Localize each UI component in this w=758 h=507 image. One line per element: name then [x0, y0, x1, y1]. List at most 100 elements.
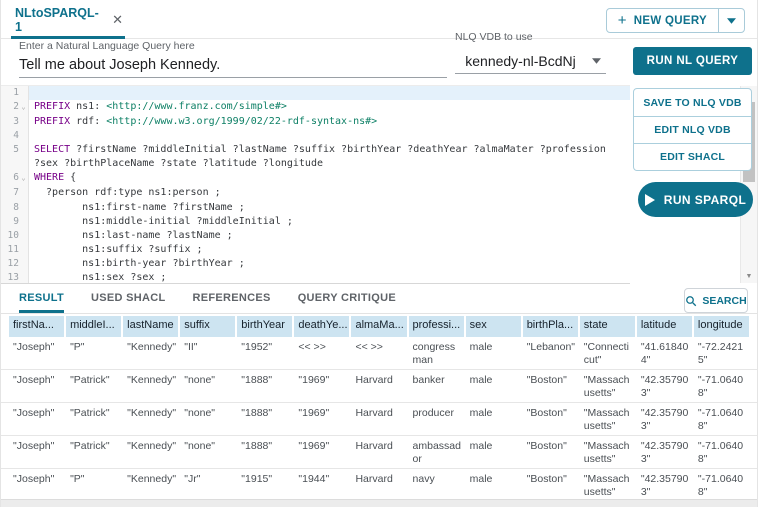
plus-icon: +	[618, 13, 627, 28]
close-tab-icon[interactable]: ✕	[112, 12, 123, 28]
column-header[interactable]: professi...	[409, 316, 464, 337]
column-header[interactable]: latitude	[637, 316, 692, 337]
code-text: ns1:middle-initial ?middleInitial ;	[29, 215, 630, 229]
vdb-select[interactable]: kennedy-nl-BcdNj	[455, 48, 606, 74]
table-cell: "42.357903"	[637, 403, 692, 435]
sparql-editor[interactable]: 12⌄PREFIX ns1: <http://www.franz.com/sim…	[1, 85, 630, 284]
table-cell: male	[466, 370, 521, 402]
line-gutter: 12	[1, 257, 29, 271]
result-tab-query-critique[interactable]: QUERY CRITIQUE	[298, 286, 396, 313]
tab-bar: NLtoSPARQL-1 ✕ + NEW QUERY	[1, 0, 757, 39]
column-header[interactable]: lastName	[123, 316, 178, 337]
run-sparql-button[interactable]: RUN SPARQL	[638, 182, 753, 217]
table-cell: "1969"	[294, 403, 349, 435]
nl-query-input[interactable]	[19, 52, 447, 78]
column-header[interactable]: state	[580, 316, 635, 337]
code-token: rdf:	[70, 116, 106, 127]
result-tab-references[interactable]: REFERENCES	[193, 286, 271, 313]
table-cell: "1915"	[237, 469, 292, 501]
table-row: "Joseph""P""Kennedy""Jr""1915""1944"Harv…	[1, 469, 757, 502]
edit-shacl-button[interactable]: EDIT SHACL	[634, 143, 751, 170]
table-cell: "Connecticut"	[580, 337, 635, 369]
table-cell: Harvard	[351, 436, 406, 468]
code-text: ns1:first-name ?firstName ;	[29, 201, 630, 215]
line-gutter: 9	[1, 215, 29, 229]
column-header[interactable]: suffix	[180, 316, 235, 337]
code-token: <http://www.franz.com/simple#>	[106, 101, 287, 112]
line-number: 11	[8, 243, 19, 257]
column-header[interactable]: birthYear	[237, 316, 292, 337]
table-cell: "-71.06408"	[694, 469, 749, 501]
code-line: 12 ns1:birth-year ?birthYear ;	[1, 257, 630, 271]
save-to-nlq-vdb-button[interactable]: SAVE TO NLQ VDB	[634, 89, 751, 116]
table-horizontal-scrollbar[interactable]	[1, 499, 757, 507]
table-row: "Joseph""P""Kennedy""II""1952"<< >><< >>…	[1, 337, 757, 370]
table-cell: "1944"	[294, 469, 349, 501]
search-icon	[685, 295, 697, 307]
table-cell: "Joseph"	[9, 370, 64, 402]
table-cell: banker	[409, 370, 464, 402]
table-cell: "42.357903"	[637, 436, 692, 468]
fold-toggle-icon[interactable]: ⌄	[19, 171, 28, 186]
run-sparql-label: RUN SPARQL	[664, 193, 746, 207]
table-cell: "none"	[180, 370, 235, 402]
table-cell: Harvard	[351, 469, 406, 501]
vdb-label: NLQ VDB to use	[455, 31, 533, 43]
table-cell: "-72.24215"	[694, 337, 749, 369]
result-tab-result[interactable]: RESULT	[19, 286, 64, 313]
nl-query-label: Enter a Natural Language Query here	[19, 40, 195, 52]
table-row: "Joseph""Patrick""Kennedy""none""1888""1…	[1, 436, 757, 469]
code-text: PREFIX ns1: <http://www.franz.com/simple…	[29, 100, 630, 115]
code-token: ?sex ?birthPlaceName ?state ?latitude ?l…	[34, 158, 323, 169]
line-number: 1	[13, 86, 19, 100]
table-cell: "Kennedy"	[123, 469, 178, 501]
code-line: 9 ns1:middle-initial ?middleInitial ;	[1, 215, 630, 229]
table-cell: "1888"	[237, 370, 292, 402]
code-token: SELECT	[34, 144, 70, 155]
column-header[interactable]: longitude	[694, 316, 749, 337]
line-number: 13	[8, 271, 19, 284]
table-cell: "Massachusetts"	[580, 436, 635, 468]
fold-toggle-icon[interactable]: ⌄	[19, 100, 28, 115]
new-query-dropdown-button[interactable]	[718, 9, 744, 32]
column-header[interactable]: firstNa...	[9, 316, 64, 337]
vdb-action-button-group: SAVE TO NLQ VDB EDIT NLQ VDB EDIT SHACL	[633, 88, 752, 171]
table-cell: Harvard	[351, 370, 406, 402]
table-cell: congressman	[409, 337, 464, 369]
edit-nlq-vdb-button[interactable]: EDIT NLQ VDB	[634, 116, 751, 143]
column-header[interactable]: birthPla...	[523, 316, 578, 337]
table-cell: "Massachusetts"	[580, 403, 635, 435]
table-cell: "1969"	[294, 436, 349, 468]
code-token: ns1:sex ?sex ;	[34, 272, 166, 283]
code-text: WHERE {	[29, 171, 630, 186]
line-number: 9	[13, 215, 19, 229]
table-cell: "1952"	[237, 337, 292, 369]
column-header[interactable]: middleI...	[66, 316, 121, 337]
table-cell: "1888"	[237, 403, 292, 435]
run-nl-query-button[interactable]: RUN NL QUERY	[633, 47, 752, 75]
tab-nltosparql-1[interactable]: NLtoSPARQL-1 ✕	[11, 3, 125, 39]
table-cell: "Boston"	[523, 436, 578, 468]
table-cell: << >>	[294, 337, 349, 369]
column-header[interactable]: almaMa...	[351, 316, 406, 337]
table-cell: "Kennedy"	[123, 337, 178, 369]
line-number: 4	[13, 129, 19, 143]
table-cell: producer	[409, 403, 464, 435]
chevron-down-icon	[586, 56, 606, 66]
table-row: "Joseph""Patrick""Kennedy""none""1888""1…	[1, 370, 757, 403]
search-button[interactable]: SEARCH	[684, 288, 748, 313]
column-header[interactable]: sex	[466, 316, 521, 337]
new-query-label: NEW QUERY	[634, 15, 707, 27]
line-gutter: 7	[1, 186, 29, 200]
table-cell: "Joseph"	[9, 436, 64, 468]
column-header[interactable]: deathYe...	[294, 316, 349, 337]
scroll-down-icon[interactable]: ▼	[741, 273, 757, 280]
code-text: ?person rdf:type ns1:person ;	[29, 186, 630, 200]
new-query-button[interactable]: + NEW QUERY	[607, 9, 718, 32]
table-cell: "Joseph"	[9, 469, 64, 501]
table-cell: "Kennedy"	[123, 436, 178, 468]
code-line: 10 ns1:last-name ?lastName ;	[1, 229, 630, 243]
table-cell: "41.618404"	[637, 337, 692, 369]
result-tab-used-shacl[interactable]: USED SHACL	[91, 286, 166, 313]
table-cell: "-71.06408"	[694, 403, 749, 435]
